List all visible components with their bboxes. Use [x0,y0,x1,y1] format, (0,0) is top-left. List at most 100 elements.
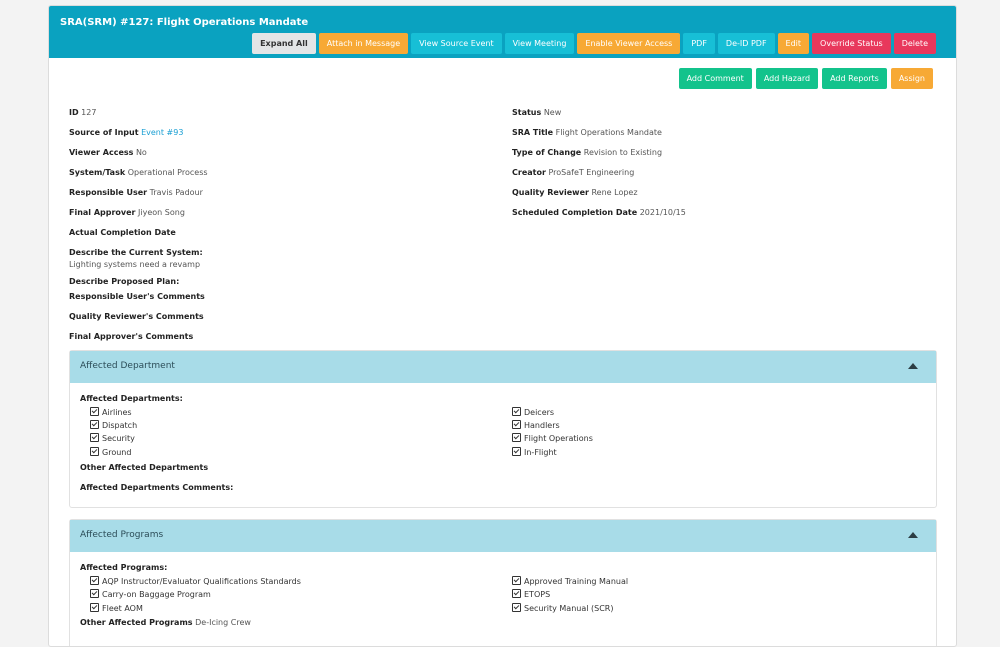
item-label: Airlines [102,408,132,417]
list-item: Airlines [90,407,132,417]
field-status: Status New [512,108,561,117]
check-square-icon [90,420,99,429]
item-label: Carry-on Baggage Program [102,590,211,599]
check-square-icon [90,603,99,612]
field-quality-reviewer: Quality Reviewer Rene Lopez [512,188,638,197]
list-item: Flight Operations [512,433,593,443]
field-quality-reviewer-comments: Quality Reviewer's Comments [69,312,204,321]
field-label: Status [512,108,542,117]
override-status-button[interactable]: Override Status [812,33,891,54]
field-system-task: System/Task Operational Process [69,168,208,177]
field-value: Rene Lopez [591,188,638,197]
field-label: Final Approver [69,208,136,217]
other-affected-programs-value: De-Icing Crew [195,618,251,627]
field-final-approver: Final Approver Jiyeon Song [69,208,185,217]
field-current-system: Describe the Current System: Lighting sy… [69,248,203,269]
chevron-up-icon[interactable] [908,363,918,369]
add-hazard-button[interactable]: Add Hazard [755,68,819,89]
list-item: Deicers [512,407,554,417]
field-label: System/Task [69,168,126,177]
check-square-icon [512,407,521,416]
field-value: ProSafeT Engineering [548,168,635,177]
field-label: Quality Reviewer [512,188,589,197]
field-viewer-access: Viewer Access No [69,148,147,157]
field-creator: Creator ProSafeT Engineering [512,168,634,177]
section-title: Affected Department [80,361,175,371]
check-square-icon [90,407,99,416]
check-square-icon [512,420,521,429]
field-label: Source of Input [69,128,139,137]
list-item: Dispatch [90,420,137,430]
field-label: SRA Title [512,128,554,137]
edit-button[interactable]: Edit [777,33,810,54]
field-label: Responsible User [69,188,148,197]
affected-programs-section: Affected Programs Affected Programs: AQP… [69,519,937,646]
list-item: In-Flight [512,447,557,457]
field-value: Jiyeon Song [138,208,185,217]
field-label: Type of Change [512,148,582,157]
enable-viewer-access-button[interactable]: Enable Viewer Access [577,33,681,54]
add-comment-button[interactable]: Add Comment [678,68,752,89]
item-label: Security [102,434,135,443]
item-label: Deicers [524,408,555,417]
item-label: Fleet AOM [102,604,143,613]
check-square-icon [512,603,521,612]
check-square-icon [512,576,521,585]
list-item: Fleet AOM [90,603,143,613]
check-square-icon [90,576,99,585]
chevron-up-icon[interactable] [908,532,918,538]
section-header[interactable]: Affected Programs [70,520,936,552]
section-title: Affected Programs [80,530,164,540]
list-item: Security Manual (SCR) [512,603,613,613]
attach-in-message-button[interactable]: Attach in Message [318,33,409,54]
field-label: Quality Reviewer's Comments [69,312,204,321]
field-label: Viewer Access [69,148,134,157]
item-label: Flight Operations [524,434,593,443]
check-square-icon [90,447,99,456]
field-responsible-user: Responsible User Travis Padour [69,188,203,197]
affected-departments-comments-label: Affected Departments Comments: [80,483,234,492]
field-label: Describe the Current System: [69,248,203,257]
deid-pdf-button[interactable]: De-ID PDF [717,33,775,54]
expand-all-button[interactable]: Expand All [252,33,316,54]
field-label: Final Approver's Comments [69,332,194,341]
list-item: Security [90,433,135,443]
list-item: Approved Training Manual [512,576,628,586]
field-label: Creator [512,168,546,177]
list-item: ETOPS [512,589,550,599]
action-toolbar: Add Comment Add Hazard Add Reports Assig… [678,68,933,89]
field-sra-title: SRA Title Flight Operations Mandate [512,128,662,137]
section-header[interactable]: Affected Department [70,351,936,383]
other-affected-programs-label: Other Affected Programs [80,618,193,627]
check-square-icon [512,433,521,442]
item-label: ETOPS [524,590,551,599]
view-source-event-button[interactable]: View Source Event [411,33,502,54]
list-item: Ground [90,447,131,457]
item-label: Security Manual (SCR) [524,604,614,613]
field-value: Revision to Existing [583,148,663,157]
field-value: Lighting systems need a revamp [69,260,201,269]
field-label: ID [69,108,79,117]
list-item: AQP Instructor/Evaluator Qualifications … [90,576,301,586]
field-final-approver-comments: Final Approver's Comments [69,332,193,341]
add-reports-button[interactable]: Add Reports [822,68,887,89]
assign-button[interactable]: Assign [890,68,933,89]
field-proposed-plan: Describe Proposed Plan: [69,277,179,286]
check-square-icon [90,433,99,442]
check-square-icon [90,589,99,598]
panel-header: SRA(SRM) #127: Flight Operations Mandate… [49,6,956,58]
item-label: In-Flight [524,448,557,457]
sra-panel: SRA(SRM) #127: Flight Operations Mandate… [48,5,957,647]
field-label: Actual Completion Date [69,228,176,237]
check-square-icon [512,589,521,598]
page-title: SRA(SRM) #127: Flight Operations Mandate [60,17,309,28]
pdf-button[interactable]: PDF [683,33,715,54]
view-meeting-button[interactable]: View Meeting [504,33,575,54]
item-label: Dispatch [102,421,138,430]
list-item: Handlers [512,420,560,430]
source-event-link[interactable]: Event #93 [141,128,183,137]
field-value: 2021/10/15 [639,208,686,217]
item-label: Ground [102,448,132,457]
delete-button[interactable]: Delete [893,33,936,54]
field-source: Source of Input Event #93 [69,128,183,137]
